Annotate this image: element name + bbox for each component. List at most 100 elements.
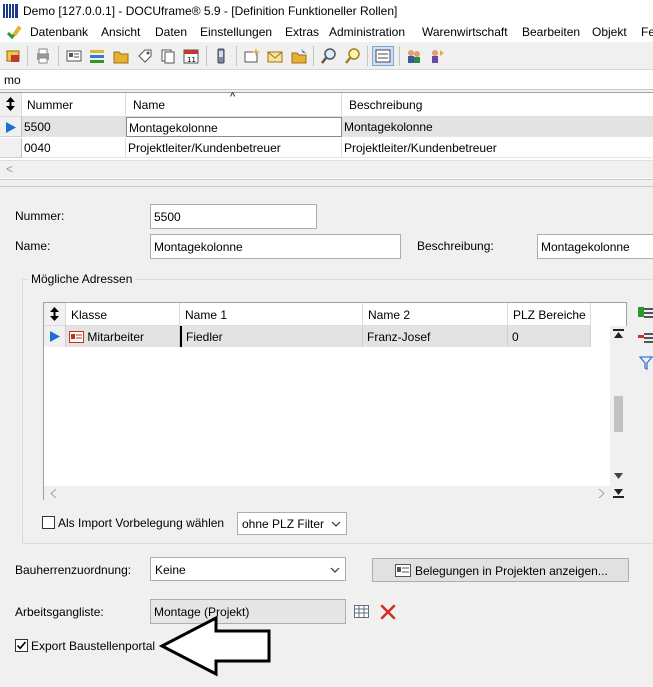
nummer-field[interactable]: 5500 <box>150 204 317 229</box>
card-icon <box>395 564 411 577</box>
add-row-icon[interactable] <box>638 305 653 319</box>
export-checkbox[interactable] <box>15 639 28 652</box>
properties-icon[interactable] <box>5 47 23 65</box>
toolbar-separator <box>313 46 314 66</box>
column-header-plz[interactable]: PLZ Bereiche <box>508 303 591 326</box>
chevron-down-icon <box>330 567 340 573</box>
import-checkbox-label: Als Import Vorbelegung wählen <box>58 516 225 530</box>
column-header-name1[interactable]: Name 1 <box>180 303 363 326</box>
tag-icon[interactable] <box>136 47 154 65</box>
envelope-icon[interactable] <box>266 47 284 65</box>
scroll-thumb[interactable] <box>614 396 623 432</box>
filter-icon[interactable] <box>639 356 653 370</box>
new-item-icon[interactable] <box>243 47 261 65</box>
view-toggle-button[interactable] <box>372 46 394 66</box>
toolbar-separator <box>367 46 368 66</box>
row-indicator[interactable] <box>44 326 66 347</box>
horizontal-scrollbar[interactable]: < <box>0 160 653 178</box>
copy-icon[interactable] <box>159 47 177 65</box>
beschreibung-label: Beschreibung: <box>417 239 494 253</box>
list-icon[interactable] <box>88 47 106 65</box>
folder-icon[interactable] <box>112 47 130 65</box>
bauherren-select[interactable]: Keine <box>150 557 346 581</box>
name-field[interactable]: Montagekolonne <box>150 234 401 259</box>
bauherren-value: Keine <box>155 563 186 577</box>
column-header-klasse[interactable]: Klasse <box>66 303 180 326</box>
plz-filter-select[interactable]: ohne PLZ Filter <box>237 512 347 535</box>
cell-nummer[interactable]: 5500 <box>22 117 126 137</box>
phone-icon[interactable] <box>212 47 230 65</box>
cell-klasse-label: Mitarbeiter <box>87 330 145 344</box>
filter-bar <box>0 70 653 90</box>
cell-plz[interactable]: 0 <box>508 326 591 347</box>
scroll-top-icon[interactable] <box>613 329 624 339</box>
column-header-name2[interactable]: Name 2 <box>363 303 508 326</box>
scroll-right-icon[interactable] <box>598 489 605 498</box>
menu-fenster[interactable]: Fe <box>641 25 653 39</box>
search-icon[interactable] <box>320 47 338 65</box>
name-label: Name: <box>15 239 51 253</box>
belegungen-button-label: Belegungen in Projekten anzeigen... <box>415 564 608 578</box>
cell-name-editing[interactable]: Montagekolonne <box>126 117 342 137</box>
cell-nummer[interactable]: 0040 <box>22 138 126 158</box>
view-icon <box>375 49 391 63</box>
column-header-beschreibung[interactable]: Beschreibung <box>342 93 653 117</box>
beschreibung-field[interactable]: Montagekolonne <box>537 234 653 259</box>
cell-beschreibung[interactable]: Montagekolonne <box>342 117 653 137</box>
plz-filter-value: ohne PLZ Filter <box>242 517 325 531</box>
scroll-down-icon[interactable] <box>613 472 624 480</box>
export-checkbox-label: Export Baustellenportal <box>31 639 156 653</box>
scroll-bottom-icon[interactable] <box>613 488 624 499</box>
folder-open-icon[interactable] <box>290 47 308 65</box>
checkmark-icon <box>16 641 27 650</box>
cell-beschreibung[interactable]: Projektleiter/Kundenbetreuer <box>342 138 653 158</box>
bauherren-label: Bauherrenzuordnung: <box>15 563 132 577</box>
roles-grid: Nummer Name ^ Beschreibung 5500 Montagek… <box>0 91 653 179</box>
row-resize-header[interactable] <box>44 303 66 326</box>
delete-row-icon[interactable] <box>638 330 653 344</box>
cell-name1[interactable]: Fiedler <box>180 326 363 347</box>
calendar-icon[interactable]: 11 <box>182 47 200 65</box>
horizontal-scrollbar[interactable] <box>44 486 627 500</box>
filter-input[interactable] <box>2 71 642 88</box>
menu-objekt[interactable]: Objekt <box>592 25 627 39</box>
splitter[interactable] <box>0 179 653 187</box>
scroll-left-icon[interactable] <box>50 489 57 498</box>
column-header-nummer[interactable]: Nummer <box>22 93 126 117</box>
scroll-left-icon[interactable]: < <box>6 162 13 176</box>
vertical-scrollbar[interactable] <box>610 326 627 486</box>
toolbar: 11 <box>0 42 653 70</box>
table-select-icon[interactable] <box>354 605 369 618</box>
user-switch-icon[interactable] <box>428 47 446 65</box>
users-icon[interactable] <box>405 47 423 65</box>
cell-name2[interactable]: Franz-Josef <box>363 326 508 347</box>
toolbar-separator <box>27 46 28 66</box>
import-checkbox[interactable] <box>42 516 55 529</box>
row-indicator[interactable] <box>0 138 22 158</box>
menu-bearbeiten[interactable]: Bearbeiten <box>522 25 580 39</box>
toolbar-separator <box>206 46 207 66</box>
search-highlight-icon[interactable] <box>344 47 362 65</box>
column-header-name[interactable]: Name ^ <box>126 91 342 117</box>
row-resize-header[interactable] <box>0 93 22 117</box>
toolbar-separator <box>236 46 237 66</box>
addresses-grid: Klasse Name 1 Name 2 PLZ Bereiche Mitarb… <box>43 302 627 500</box>
toolbar-separator <box>58 46 59 66</box>
menu-datenbank[interactable]: Datenbank <box>30 25 88 39</box>
cell-name[interactable]: Projektleiter/Kundenbetreuer <box>126 138 342 158</box>
cell-klasse[interactable]: Mitarbeiter <box>66 326 180 347</box>
print-icon[interactable] <box>34 47 52 65</box>
menu-daten[interactable]: Daten <box>155 25 187 39</box>
card-icon[interactable] <box>65 47 83 65</box>
menu-administration[interactable]: Administration <box>329 25 405 39</box>
belegungen-button[interactable]: Belegungen in Projekten anzeigen... <box>372 558 629 582</box>
menu-ansicht[interactable]: Ansicht <box>101 25 140 39</box>
clear-x-icon[interactable] <box>380 604 396 620</box>
menu-einstellungen[interactable]: Einstellungen <box>200 25 272 39</box>
row-indicator[interactable] <box>0 117 22 137</box>
checkmark-pencil-icon[interactable] <box>6 24 23 40</box>
menu-warenwirtschaft[interactable]: Warenwirtschaft <box>422 25 508 39</box>
column-header-name-label: Name <box>133 98 166 112</box>
current-row-arrow-icon <box>50 331 60 342</box>
menu-extras[interactable]: Extras <box>285 25 319 39</box>
